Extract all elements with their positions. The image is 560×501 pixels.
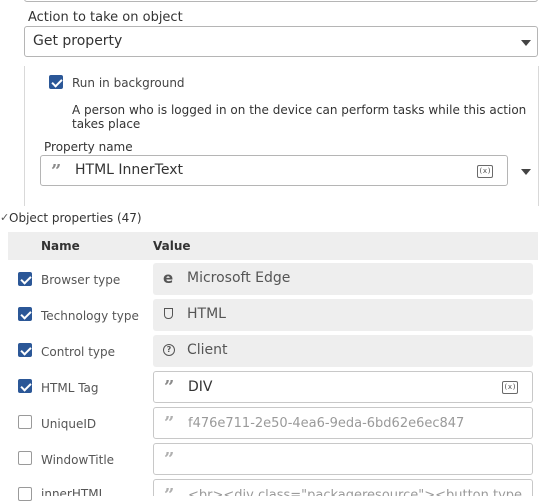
column-header-value: Value <box>153 239 191 253</box>
row-value-windowtitle[interactable]: ” <box>153 443 533 475</box>
action-dropdown[interactable]: Get property <box>24 26 538 57</box>
action-label: Action to take on object <box>28 10 183 25</box>
row-value-uniqueid[interactable]: ” f476e711-2e50-4ea6-9eda-6bd62e6ec847 <box>153 407 533 439</box>
property-name-value: HTML InnerText <box>75 162 183 178</box>
variable-icon[interactable]: (x) <box>477 165 493 178</box>
indent-guide-right <box>538 66 539 206</box>
html5-icon <box>164 308 173 319</box>
run-in-background-label[interactable]: Run in background <box>72 76 185 90</box>
row-label-browser-type: Browser type <box>41 273 121 287</box>
row-value-innerhtml[interactable]: ” <br><div class="packageresource"><butt… <box>153 479 533 496</box>
row-label-technology-type: Technology type <box>41 309 139 323</box>
property-name-chevron-down-icon[interactable] <box>521 169 531 175</box>
row-checkbox-uniqueid[interactable] <box>18 415 32 429</box>
row-value-text: HTML <box>187 306 226 322</box>
run-in-background-checkbox[interactable] <box>49 75 63 89</box>
row-label-innerhtml: innerHTML <box>41 487 106 496</box>
top-control-remnant <box>24 0 538 2</box>
row-checkbox-control-type[interactable] <box>18 343 32 357</box>
row-value-text: Microsoft Edge <box>187 270 291 286</box>
row-value-html-tag[interactable]: ” DIV (x) <box>153 371 533 403</box>
row-checkbox-innerhtml[interactable] <box>18 487 32 501</box>
row-checkbox-windowtitle[interactable] <box>18 451 32 465</box>
row-value-control-type: ? Client <box>153 335 533 367</box>
quote-icon: ” <box>164 449 175 470</box>
edge-icon: e <box>163 269 174 287</box>
properties-grid-header <box>8 232 538 260</box>
chevron-down-icon[interactable] <box>521 40 531 46</box>
property-name-field[interactable]: ” HTML InnerText (x) <box>40 155 508 186</box>
quote-icon: ” <box>164 413 175 434</box>
property-name-label: Property name <box>44 140 133 154</box>
row-value-technology-type: HTML <box>153 299 533 331</box>
row-value-text: <br><div class="packageresource"><button… <box>188 488 523 496</box>
run-in-background-description: A person who is logged in on the device … <box>72 103 527 131</box>
row-checkbox-browser-type[interactable] <box>18 272 32 286</box>
row-value-browser-type: e Microsoft Edge <box>153 263 533 295</box>
row-label-html-tag: HTML Tag <box>41 381 99 395</box>
variable-icon[interactable]: (x) <box>502 381 518 394</box>
row-label-windowtitle: WindowTitle <box>41 453 115 467</box>
quote-icon: ” <box>51 161 62 182</box>
row-checkbox-technology-type[interactable] <box>18 307 32 321</box>
row-label-control-type: Control type <box>41 345 115 359</box>
row-label-uniqueid: UniqueID <box>41 417 97 431</box>
row-value-text: f476e711-2e50-4ea6-9eda-6bd62e6ec847 <box>188 416 465 431</box>
collapse-chevron-icon[interactable]: ✓ <box>0 211 9 224</box>
quote-icon: ” <box>164 485 175 497</box>
action-selected-value: Get property <box>33 33 123 49</box>
quote-icon: ” <box>164 377 175 398</box>
row-checkbox-html-tag[interactable] <box>18 379 32 393</box>
row-value-text: Client <box>187 342 228 358</box>
help-circle-icon: ? <box>163 344 175 356</box>
indent-guide <box>24 66 25 206</box>
object-properties-title[interactable]: Object properties (47) <box>9 211 142 225</box>
row-value-text: DIV <box>188 379 213 395</box>
column-header-name: Name <box>41 239 80 253</box>
